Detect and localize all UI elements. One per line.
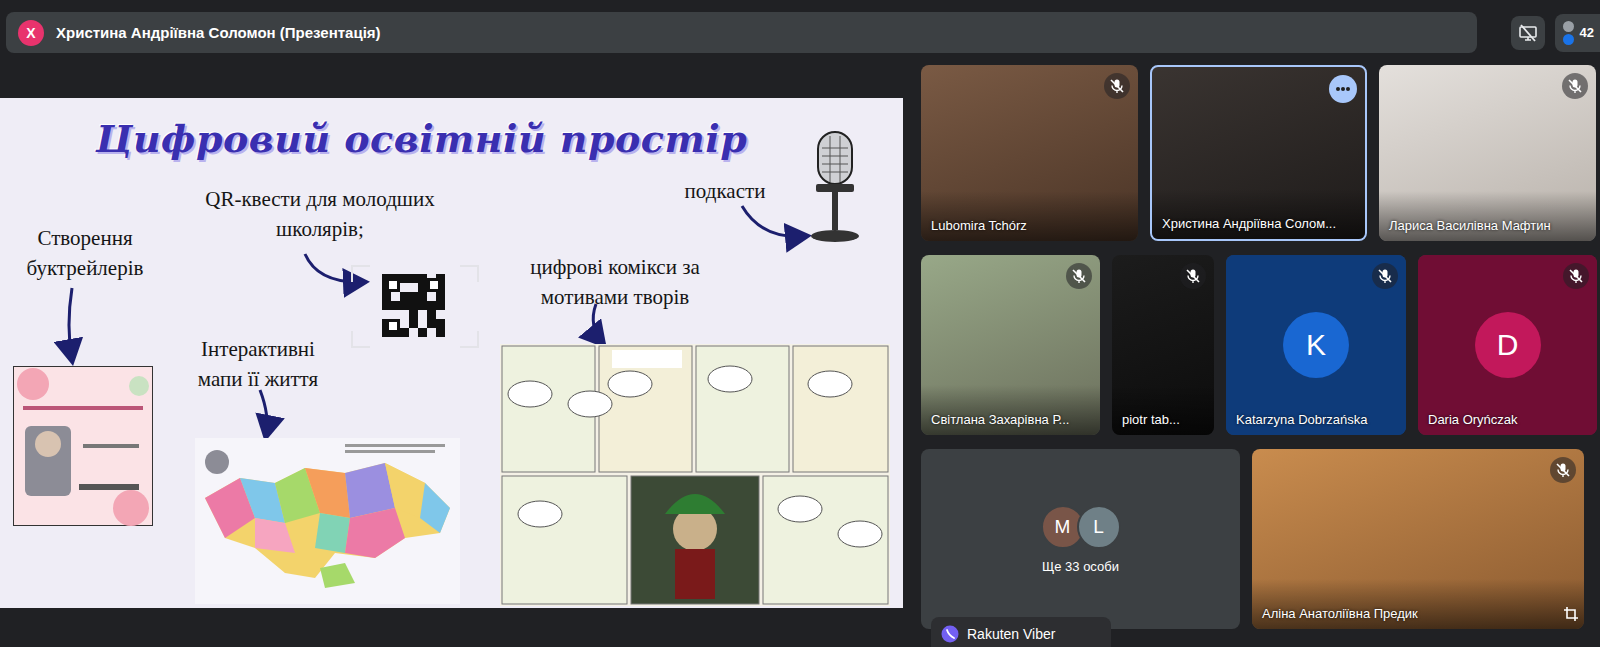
participant-avatars-icon	[1563, 21, 1574, 45]
booktrailers-label: Створення буктрейлерів	[5, 223, 165, 284]
participant-tile[interactable]: K Katarzyna Dobrzańska	[1226, 255, 1406, 435]
participant-name: Аліна Анатоліївна Предик	[1262, 606, 1418, 621]
participant-grid: Lubomira Tchórz Христина Андріївна Солом.…	[921, 53, 1598, 647]
mute-indicator	[1104, 73, 1130, 99]
presenter-avatar: Х	[18, 20, 44, 46]
avatar-initial: K	[1306, 328, 1326, 362]
tile-row: ML Ще 33 особи Аліна Анатоліївна Предик	[921, 449, 1598, 629]
mute-indicator	[1550, 457, 1576, 483]
mute-indicator	[1180, 263, 1206, 289]
mic-muted-icon	[1185, 268, 1201, 284]
tile-row: Lubomira Tchórz Христина Андріївна Солом.…	[921, 65, 1598, 241]
viber-icon	[941, 625, 959, 643]
maps-label: Інтерактивні мапи її життя	[178, 334, 338, 395]
participant-tile[interactable]: Христина Андріївна Солом...	[1150, 65, 1367, 241]
participant-name: Лариса Василівна Мафтин	[1389, 218, 1551, 233]
group-avatars: ML	[1041, 505, 1121, 549]
microphone-icon	[800, 128, 870, 248]
presentation-stage: Цифровий освітній простір подкасти QR-квес…	[0, 53, 903, 647]
crop-icon	[1564, 607, 1578, 621]
video-frame	[921, 191, 1138, 241]
avatar-initial: D	[1497, 328, 1519, 362]
participant-tile[interactable]: Світлана Захарівна Р...	[921, 255, 1100, 435]
tile-row: Світлана Захарівна Р... piotr tab... K Kata…	[921, 255, 1598, 435]
participant-name: piotr tab...	[1122, 412, 1180, 427]
dots-icon	[1335, 86, 1351, 92]
video-frame	[1112, 385, 1214, 435]
qr-code-icon	[350, 264, 480, 349]
avatar-initial: L	[1093, 516, 1104, 538]
participant-tile[interactable]: ML Ще 33 особи	[921, 449, 1240, 629]
participant-avatar: D	[1475, 312, 1541, 378]
video-frame	[1252, 579, 1584, 629]
mic-muted-icon	[1568, 268, 1584, 284]
mic-muted-icon	[1567, 78, 1583, 94]
screen-slash-icon	[1518, 23, 1538, 43]
mute-indicator	[1372, 263, 1398, 289]
more-people-label: Ще 33 особи	[1042, 559, 1119, 574]
mute-indicator	[1563, 263, 1589, 289]
mic-muted-icon	[1109, 78, 1125, 94]
participant-avatar: L	[1077, 505, 1121, 549]
presenter-bar: Х Христина Андріївна Соломон (Презентація…	[6, 12, 1477, 53]
notification-text: Rakuten Viber	[967, 626, 1055, 642]
more-options-button[interactable]	[1329, 75, 1357, 103]
participants-button[interactable]: 42	[1555, 14, 1600, 52]
participant-name: Katarzyna Dobrzańska	[1236, 412, 1368, 427]
podcasts-label: подкасти	[670, 176, 780, 206]
participant-count: 42	[1580, 25, 1594, 40]
viber-notification[interactable]: Rakuten Viber	[931, 617, 1111, 647]
participant-tile[interactable]: Lubomira Tchórz	[921, 65, 1138, 241]
mic-muted-icon	[1555, 462, 1571, 478]
ukraine-map-image	[195, 438, 460, 604]
video-frame	[921, 385, 1100, 435]
mic-muted-icon	[1377, 268, 1393, 284]
comics-label: цифрові комікси за мотивами творів	[505, 252, 725, 313]
present-off-button[interactable]	[1511, 16, 1545, 50]
qr-quests-label: QR-квести для молодших школярів;	[205, 184, 435, 245]
book-cover-image	[13, 366, 153, 526]
top-bar: Х Христина Андріївна Соломон (Презентація…	[0, 0, 1600, 53]
avatar-initial: M	[1055, 516, 1071, 538]
video-frame	[1152, 189, 1365, 239]
mute-indicator	[1562, 73, 1588, 99]
mic-muted-icon	[1071, 268, 1087, 284]
mute-indicator	[1066, 263, 1092, 289]
presentation-slide: Цифровий освітній простір подкасти QR-квес…	[0, 98, 903, 608]
participant-name: Світлана Захарівна Р...	[931, 412, 1069, 427]
participant-tile[interactable]: Аліна Анатоліївна Предик	[1252, 449, 1584, 629]
participant-name: Lubomira Tchórz	[931, 218, 1027, 233]
participant-name: Daria Oryńczak	[1428, 412, 1518, 427]
participant-tile[interactable]: piotr tab...	[1112, 255, 1214, 435]
comic-image	[500, 344, 890, 606]
slide-title: Цифровий освітній простір	[0, 116, 843, 161]
presentation-title: Христина Андріївна Соломон (Презентація)	[56, 24, 381, 41]
participant-tile[interactable]: Лариса Василівна Мафтин	[1379, 65, 1596, 241]
group-content: ML Ще 33 особи	[1041, 505, 1121, 574]
participant-name: Христина Андріївна Солом...	[1162, 216, 1336, 231]
meeting-area: Цифровий освітній простір подкасти QR-квес…	[0, 53, 1600, 647]
participant-tile[interactable]: D Daria Oryńczak	[1418, 255, 1597, 435]
video-frame	[1379, 191, 1596, 241]
participant-avatar: K	[1283, 312, 1349, 378]
